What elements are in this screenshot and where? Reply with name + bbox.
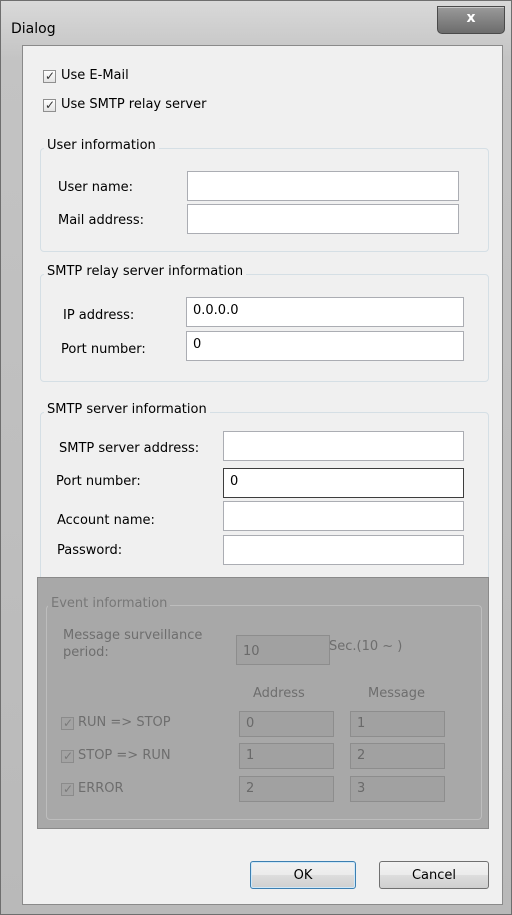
check-icon: ✓: [45, 98, 56, 112]
mail-address-label: Mail address:: [58, 213, 144, 228]
window-title: Dialog: [11, 21, 56, 37]
smtp-address-label: SMTP server address:: [59, 441, 200, 456]
error-label: ERROR: [78, 781, 124, 796]
relay-port-label: Port number:: [61, 342, 146, 357]
close-icon: x: [466, 10, 476, 26]
run-stop-label: RUN => STOP: [78, 715, 171, 730]
cancel-button[interactable]: Cancel: [379, 861, 489, 889]
check-icon: ✓: [63, 749, 74, 763]
account-name-label: Account name:: [57, 513, 155, 528]
user-name-label: User name:: [58, 180, 134, 195]
user-info-title: User information: [44, 138, 159, 153]
password-label: Password:: [57, 543, 123, 558]
check-icon: ✓: [45, 69, 56, 83]
error-address-field[interactable]: 2: [239, 776, 334, 802]
event-info-title: Event information: [48, 596, 171, 611]
period-unit-label: Sec.(10 ~ ): [329, 639, 403, 654]
check-icon: ✓: [63, 716, 74, 730]
close-button[interactable]: x: [437, 6, 505, 34]
check-icon: ✓: [63, 782, 74, 796]
smtp-address-field[interactable]: [223, 431, 464, 461]
use-smtp-relay-label: Use SMTP relay server: [61, 97, 207, 112]
period-field[interactable]: 10: [236, 635, 330, 665]
period-label-line1: Message surveillance: [63, 628, 203, 643]
relay-port-field[interactable]: 0: [186, 331, 464, 361]
run-stop-message-field[interactable]: 1: [350, 711, 445, 737]
error-message-field[interactable]: 3: [350, 776, 445, 802]
dialog-window: Dialog x ✓ Use E-Mail ✓ Use SMTP relay s…: [0, 0, 512, 915]
account-name-field[interactable]: [223, 501, 464, 531]
relay-ip-label: IP address:: [63, 308, 135, 323]
title-bar[interactable]: Dialog x: [1, 1, 512, 43]
ok-button[interactable]: OK: [250, 861, 356, 889]
message-column-header: Message: [368, 686, 425, 701]
run-stop-address-field[interactable]: 0: [239, 711, 334, 737]
relay-ip-field[interactable]: 0.0.0.0: [186, 297, 464, 327]
stop-run-label: STOP => RUN: [78, 748, 171, 763]
run-stop-checkbox[interactable]: ✓: [61, 716, 74, 730]
use-email-checkbox[interactable]: ✓: [43, 69, 56, 83]
stop-run-checkbox[interactable]: ✓: [61, 749, 74, 763]
password-field[interactable]: [223, 535, 464, 565]
stop-run-address-field[interactable]: 1: [239, 743, 334, 769]
relay-info-title: SMTP relay server information: [44, 264, 247, 279]
stop-run-message-field[interactable]: 2: [350, 743, 445, 769]
mail-address-field[interactable]: [187, 204, 459, 234]
address-column-header: Address: [253, 686, 305, 701]
relay-info-group: [40, 274, 489, 382]
use-email-label: Use E-Mail: [61, 68, 129, 83]
user-name-field[interactable]: [187, 171, 459, 201]
smtp-port-field[interactable]: 0: [223, 468, 464, 498]
period-label-line2: period:: [63, 645, 109, 660]
event-info-panel: Event information Message surveillance p…: [37, 577, 489, 829]
smtp-port-label: Port number:: [56, 474, 141, 489]
use-smtp-relay-checkbox[interactable]: ✓: [43, 98, 56, 112]
error-checkbox[interactable]: ✓: [61, 782, 74, 796]
smtp-info-title: SMTP server information: [44, 402, 210, 417]
